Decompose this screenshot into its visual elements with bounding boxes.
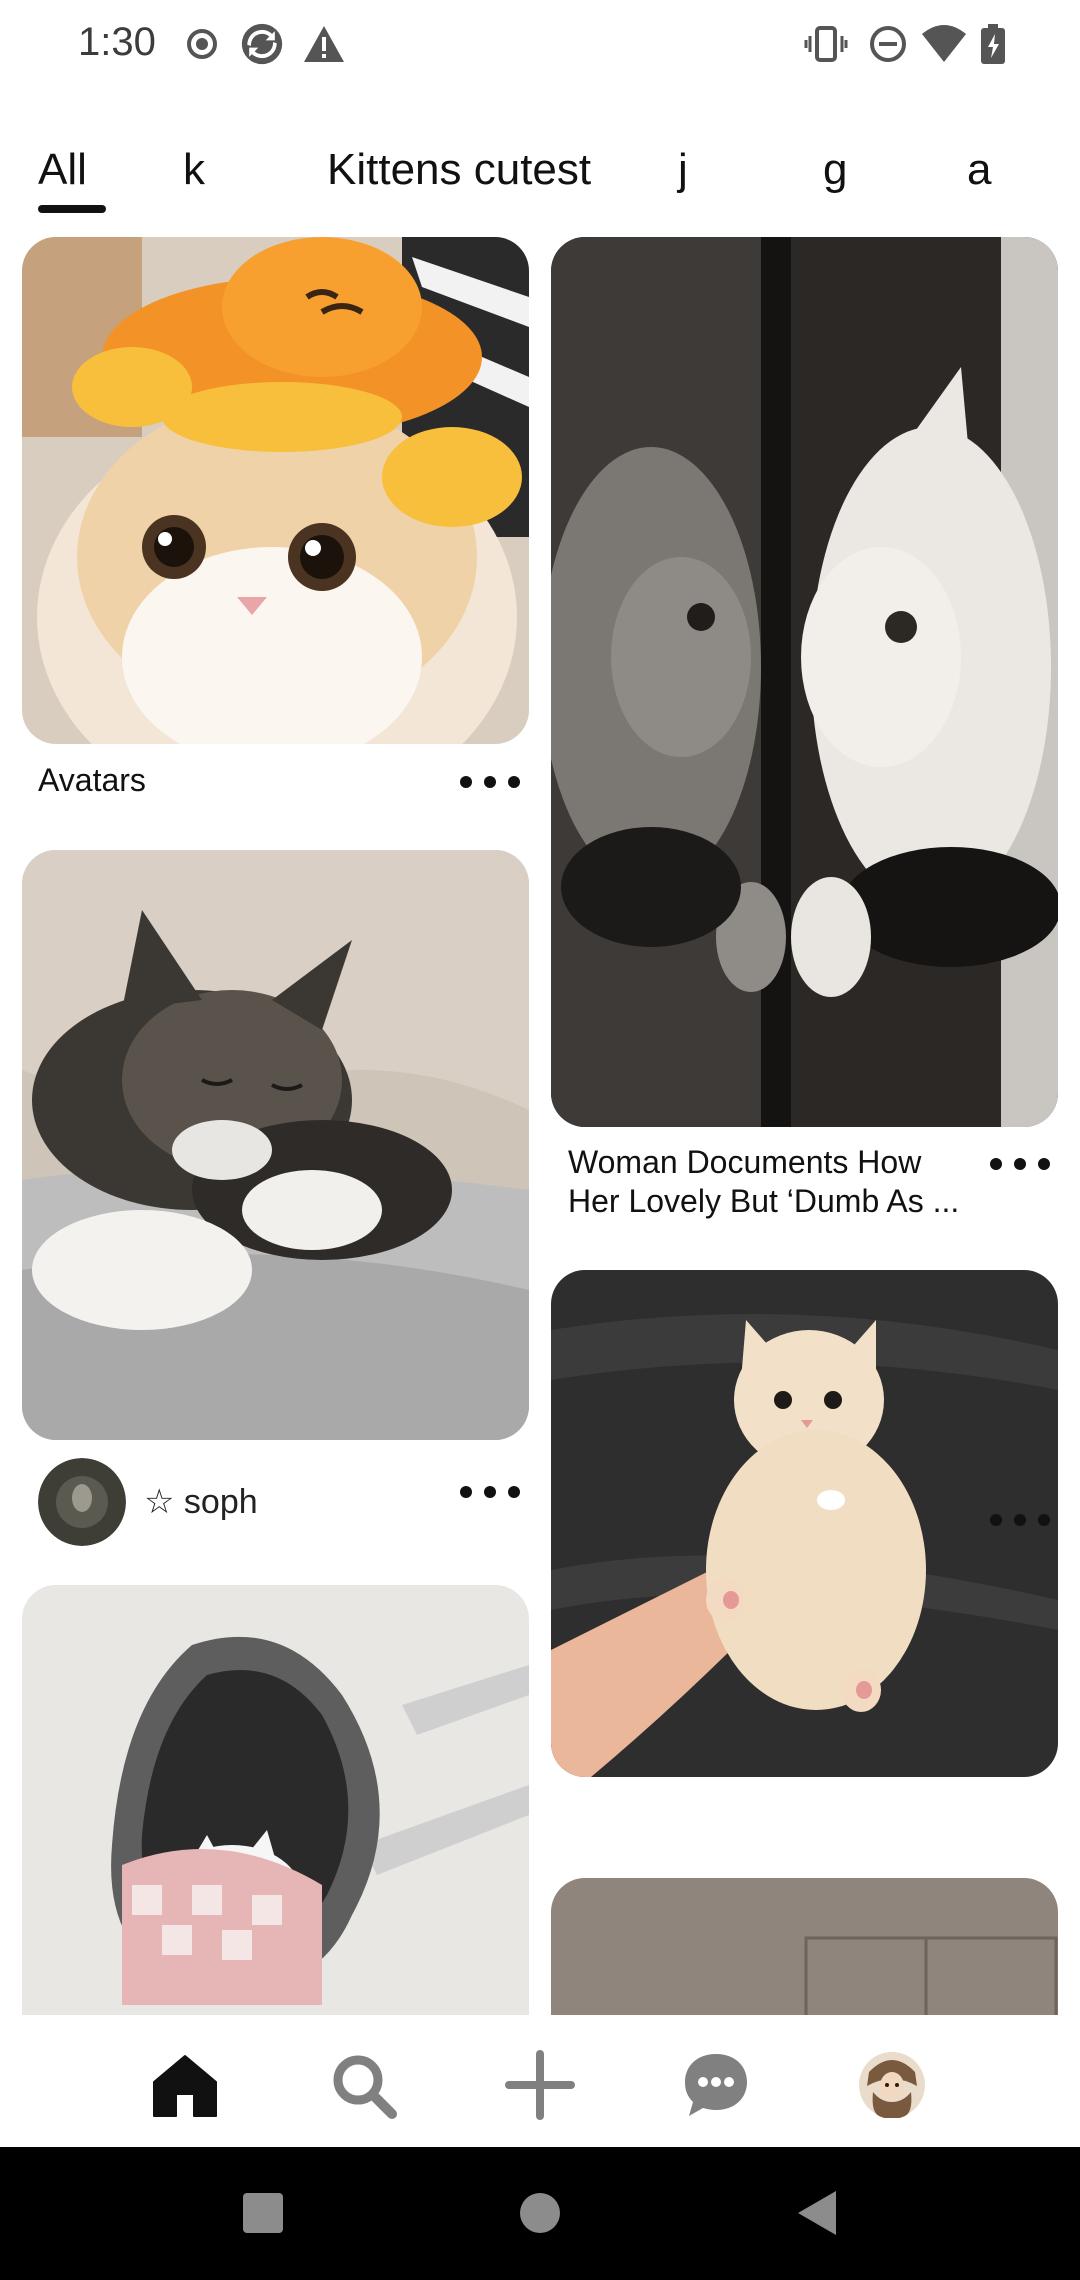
held-kitten-photo [551,1270,1058,1777]
more-options-icon[interactable] [990,1152,1050,1176]
recents-button-icon[interactable] [233,2183,293,2243]
nav-messages[interactable] [676,2045,756,2125]
more-options-icon[interactable] [990,1508,1050,1532]
system-navigation-bar [0,2147,1080,2280]
pin-image-avatars[interactable] [22,237,529,744]
battery-charging-icon [981,24,1005,64]
board-tabs: All k Kittens cutest j g a [0,135,1080,215]
tab-kittens-cutest[interactable]: Kittens cutest [327,145,591,195]
bottom-navigation [0,2015,1080,2147]
tab-a[interactable]: a [967,145,991,195]
creator-avatar-image [38,1458,126,1546]
warning-icon [304,26,344,62]
chat-bubble-icon [685,2054,747,2116]
creator-name[interactable]: ☆ soph [144,1482,258,1522]
pin-image-sleeping-kittens[interactable] [22,850,529,1440]
wifi-icon [922,25,966,62]
tab-j[interactable]: j [678,145,688,195]
pin-feed[interactable]: Avatars ☆ soph Woman Documents How Her L… [0,230,1080,2015]
pin-title-line2[interactable]: Her Lovely But ‘Dumb As ... [568,1181,959,1221]
tab-all[interactable]: All [38,145,87,195]
status-bar: 1:30 [0,0,1080,90]
nav-profile[interactable] [852,2045,932,2125]
back-button-icon[interactable] [788,2183,848,2243]
cat-with-octopus-photo [22,237,529,744]
cat-reflection-photo [551,237,1058,1127]
avatar-icon [859,2052,925,2118]
pin-title-avatars[interactable]: Avatars [38,760,146,800]
more-options-icon[interactable] [460,1480,520,1504]
sync-app-icon [241,23,283,65]
mirror-kitten-photo [22,1585,529,2015]
home-icon [153,2055,217,2117]
nav-home[interactable] [145,2045,225,2125]
tab-selected-indicator [38,205,106,213]
tab-k[interactable]: k [183,145,205,195]
pin-title-line1[interactable]: Woman Documents How [568,1142,921,1182]
tab-g[interactable]: g [823,145,847,195]
pin-image-held-kitten[interactable] [551,1270,1058,1777]
nav-create[interactable] [500,2045,580,2125]
sleeping-kittens-photo [22,850,529,1440]
plus-icon [505,2050,575,2120]
search-icon [333,2055,397,2119]
nav-search[interactable] [323,2045,403,2125]
creator-avatar[interactable] [38,1458,126,1546]
record-icon [187,29,217,59]
home-button-icon[interactable] [510,2183,570,2243]
status-time: 1:30 [78,20,156,64]
do-not-disturb-icon [870,26,906,62]
pin-image-mirror-kitten[interactable] [22,1585,529,2015]
vibrate-icon [804,26,848,62]
pin-image-room[interactable] [551,1878,1058,2015]
pin-image-cat-reflection[interactable] [551,237,1058,1127]
more-options-icon[interactable] [460,770,520,794]
room-photo [551,1878,1058,2015]
